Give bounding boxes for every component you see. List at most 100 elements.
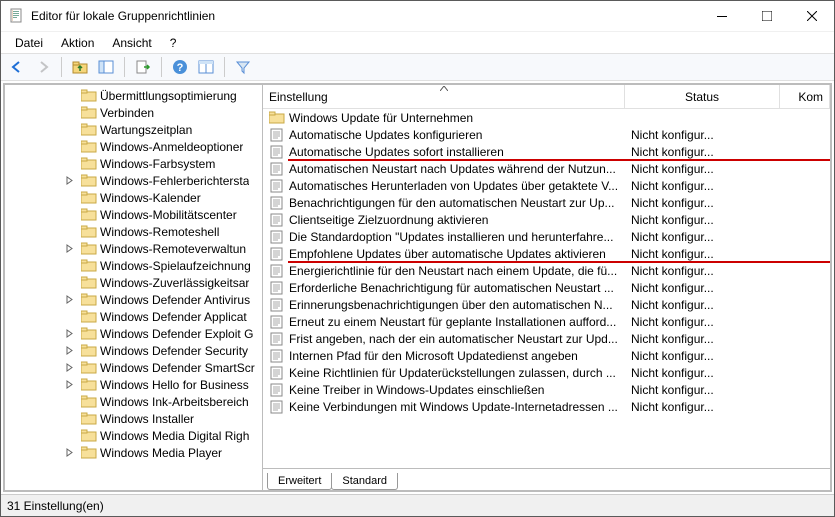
maximize-button[interactable] [744, 1, 789, 31]
menu-file[interactable]: Datei [7, 34, 51, 52]
tab-extended[interactable]: Erweitert [267, 473, 332, 490]
tree-item-label: Windows Installer [100, 412, 194, 426]
expand-icon[interactable] [65, 295, 81, 304]
setting-name: Clientseitige Zielzuordnung aktivieren [289, 213, 488, 227]
tree-item[interactable]: Windows-Spielaufzeichnung [5, 257, 262, 274]
list-row[interactable]: Erneut zu einem Neustart für geplante In… [263, 313, 830, 330]
tree-item[interactable]: Windows-Kalender [5, 189, 262, 206]
tree-item[interactable]: Windows Media Player [5, 444, 262, 461]
list-row[interactable]: Empfohlene Updates über automatische Upd… [263, 245, 830, 262]
tree-item-label: Verbinden [100, 106, 154, 120]
expand-icon[interactable] [65, 329, 81, 338]
list-row[interactable]: Frist angeben, nach der ein automatische… [263, 330, 830, 347]
show-hide-tree-button[interactable] [94, 55, 118, 79]
list-row[interactable]: Internen Pfad für den Microsoft Updatedi… [263, 347, 830, 364]
expand-icon[interactable] [65, 448, 81, 457]
tree-item[interactable]: Windows Hello for Business [5, 376, 262, 393]
policy-icon [269, 383, 285, 397]
setting-status: Nicht konfigur... [625, 179, 780, 193]
col-status[interactable]: Status [625, 85, 780, 108]
tree-item-label: Windows-Farbsystem [100, 157, 215, 171]
tree-item[interactable]: Windows-Remoteshell [5, 223, 262, 240]
forward-button[interactable] [31, 55, 55, 79]
tree-item[interactable]: Windows Defender Applicat [5, 308, 262, 325]
app-icon [9, 8, 25, 24]
tree-item[interactable]: Windows Defender Exploit G [5, 325, 262, 342]
properties-button[interactable] [194, 55, 218, 79]
list-row[interactable]: Energierichtlinie für den Neustart nach … [263, 262, 830, 279]
tree-item[interactable]: Windows-Farbsystem [5, 155, 262, 172]
list-row[interactable]: Automatische Updates konfigurierenNicht … [263, 126, 830, 143]
tree-item[interactable]: Windows Defender Antivirus [5, 291, 262, 308]
tree-item[interactable]: Wartungszeitplan [5, 121, 262, 138]
tree-item[interactable]: Windows Installer [5, 410, 262, 427]
tree-item[interactable]: Verbinden [5, 104, 262, 121]
list-row[interactable]: Automatischen Neustart nach Updates währ… [263, 160, 830, 177]
setting-name: Automatischen Neustart nach Updates währ… [289, 162, 616, 176]
setting-status: Nicht konfigur... [625, 196, 780, 210]
up-button[interactable] [68, 55, 92, 79]
list-row[interactable]: Benachrichtigungen für den automatischen… [263, 194, 830, 211]
list-row[interactable]: Keine Verbindungen mit Windows Update-In… [263, 398, 830, 415]
view-tabs: Erweitert Standard [263, 468, 830, 490]
setting-status: Nicht konfigur... [625, 281, 780, 295]
folder-icon [81, 395, 97, 408]
menu-view[interactable]: Ansicht [104, 34, 159, 52]
tree-pane[interactable]: Übermittlungsoptimierung VerbindenWartung… [5, 85, 263, 490]
setting-name: Die Standardoption "Updates installieren… [289, 230, 613, 244]
tree-item[interactable]: Windows Defender Security [5, 342, 262, 359]
tree-item[interactable]: Windows-Mobilitätscenter [5, 206, 262, 223]
menubar: Datei Aktion Ansicht ? [1, 31, 834, 53]
tree-item-label: Windows Defender Security [100, 344, 248, 358]
list-pane: Einstellung Status Kom Windows Update fü… [263, 85, 830, 490]
tree-item[interactable]: Windows-Anmeldeoptioner [5, 138, 262, 155]
folder-icon [81, 123, 97, 136]
list-row[interactable]: Erinnerungsbenachrichtigungen über den a… [263, 296, 830, 313]
tree-item-label: Windows-Zuverlässigkeitsar [100, 276, 249, 290]
list-row[interactable]: Keine Richtlinien für Updaterückstellung… [263, 364, 830, 381]
col-comment[interactable]: Kom [780, 85, 830, 108]
tree-item[interactable]: Windows-Zuverlässigkeitsar [5, 274, 262, 291]
list-row[interactable]: Windows Update für Unternehmen [263, 109, 830, 126]
menu-help[interactable]: ? [162, 34, 185, 52]
tree-item[interactable]: Windows-Fehlerberichtersta [5, 172, 262, 189]
list-row[interactable]: Die Standardoption "Updates installieren… [263, 228, 830, 245]
expand-icon[interactable] [65, 363, 81, 372]
tree-item-label: Windows-Kalender [100, 191, 201, 205]
back-button[interactable] [5, 55, 29, 79]
tree-item[interactable]: Übermittlungsoptimierung [5, 87, 262, 104]
tree-item[interactable]: Windows-Remoteverwaltun [5, 240, 262, 257]
setting-status: Nicht konfigur... [625, 315, 780, 329]
minimize-button[interactable] [699, 1, 744, 31]
filter-button[interactable] [231, 55, 255, 79]
tree-item-label: Windows-Fehlerberichtersta [100, 174, 249, 188]
tree-item-label: Windows Hello for Business [100, 378, 249, 392]
folder-icon [81, 157, 97, 170]
help-button[interactable]: ? [168, 55, 192, 79]
col-setting[interactable]: Einstellung [263, 85, 625, 108]
list-body[interactable]: Windows Update für UnternehmenAutomatisc… [263, 109, 830, 468]
tree-item[interactable]: Windows Media Digital Righ [5, 427, 262, 444]
tab-standard[interactable]: Standard [331, 473, 398, 490]
list-row[interactable]: Automatische Updates sofort installieren… [263, 143, 830, 160]
expand-icon[interactable] [65, 244, 81, 253]
folder-icon [81, 259, 97, 272]
list-row[interactable]: Clientseitige Zielzuordnung aktivierenNi… [263, 211, 830, 228]
menu-action[interactable]: Aktion [53, 34, 102, 52]
tree-item[interactable]: Windows Defender SmartScr [5, 359, 262, 376]
tree-item-label: Übermittlungsoptimierung [100, 89, 237, 103]
tree-item[interactable]: Windows Ink-Arbeitsbereich [5, 393, 262, 410]
setting-name: Internen Pfad für den Microsoft Updatedi… [289, 349, 578, 363]
list-row[interactable]: Keine Treiber in Windows-Updates einschl… [263, 381, 830, 398]
tree-item-label: Windows Defender Antivirus [100, 293, 250, 307]
export-button[interactable] [131, 55, 155, 79]
policy-icon [269, 366, 285, 380]
svg-text:?: ? [177, 62, 184, 74]
expand-icon[interactable] [65, 176, 81, 185]
expand-icon[interactable] [65, 346, 81, 355]
expand-icon[interactable] [65, 380, 81, 389]
list-row[interactable]: Automatisches Herunterladen von Updates … [263, 177, 830, 194]
list-row[interactable]: Erforderliche Benachrichtigung für autom… [263, 279, 830, 296]
folder-icon [81, 140, 97, 153]
close-button[interactable] [789, 1, 834, 31]
